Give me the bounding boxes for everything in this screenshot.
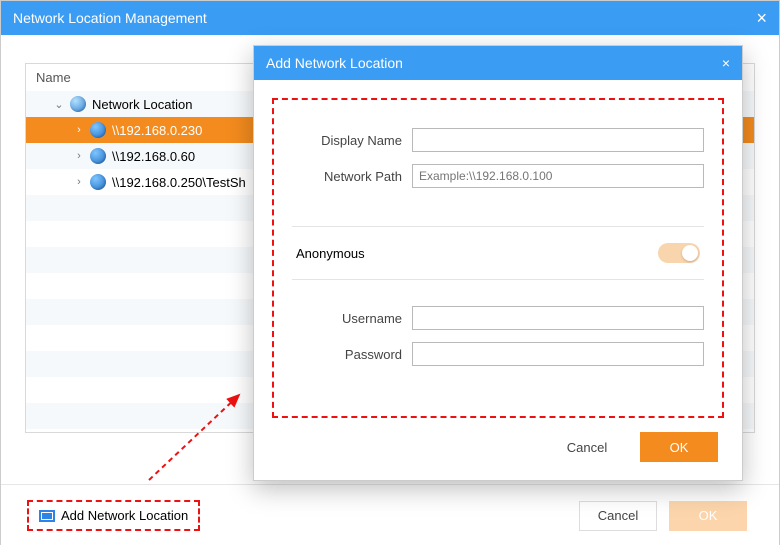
chevron-down-icon[interactable]: ⌄ <box>52 98 66 111</box>
username-label: Username <box>292 311 412 326</box>
network-path-input[interactable] <box>412 164 704 188</box>
cancel-button[interactable]: Cancel <box>548 432 626 462</box>
separator <box>292 279 704 280</box>
globe-icon <box>90 174 106 190</box>
password-label: Password <box>292 347 412 362</box>
tree-item-label: \\192.168.0.60 <box>112 149 195 164</box>
anonymous-toggle[interactable] <box>658 243 700 263</box>
ok-label: OK <box>670 440 689 455</box>
globe-icon <box>90 122 106 138</box>
form-section-top: Display Name Network Path <box>292 118 704 218</box>
ok-label: OK <box>699 508 718 523</box>
tree-root-label: Network Location <box>92 97 192 112</box>
outer-buttons: Cancel OK <box>579 501 747 531</box>
password-row: Password <box>292 342 704 366</box>
username-row: Username <box>292 306 704 330</box>
main-title: Network Location Management <box>13 10 207 26</box>
network-path-label: Network Path <box>292 169 412 184</box>
chevron-right-icon[interactable]: › <box>72 124 86 136</box>
username-input[interactable] <box>412 306 704 330</box>
cancel-label: Cancel <box>567 440 607 455</box>
add-network-location-button[interactable]: Add Network Location <box>27 500 200 531</box>
outer-bottom-bar: Add Network Location Cancel OK <box>1 484 779 546</box>
ok-button[interactable]: OK <box>640 432 718 462</box>
main-body: Name ⌄ Network Location › \\192.168.0.23… <box>1 35 779 546</box>
cancel-button[interactable]: Cancel <box>579 501 657 531</box>
tree-item-label: \\192.168.0.250\TestSh <box>112 175 246 190</box>
chevron-right-icon[interactable]: › <box>72 176 86 188</box>
cancel-label: Cancel <box>598 508 638 523</box>
display-name-input[interactable] <box>412 128 704 152</box>
dialog-bottom-bar: Cancel OK <box>272 418 724 466</box>
display-name-label: Display Name <box>292 133 412 148</box>
form-section-credentials: Username Password <box>292 296 704 396</box>
add-network-location-label: Add Network Location <box>61 508 188 523</box>
tree-item-label: \\192.168.0.230 <box>112 123 202 138</box>
form-highlight: Display Name Network Path Anonymous <box>272 98 724 418</box>
display-name-row: Display Name <box>292 128 704 152</box>
separator <box>292 226 704 227</box>
globe-icon <box>70 96 86 112</box>
network-location-icon <box>39 510 55 522</box>
password-input[interactable] <box>412 342 704 366</box>
anonymous-label: Anonymous <box>296 246 365 261</box>
network-path-row: Network Path <box>292 164 704 188</box>
close-icon[interactable]: × <box>756 8 767 29</box>
dialog-titlebar: Add Network Location × <box>254 46 742 80</box>
add-network-location-dialog: Add Network Location × Display Name Netw… <box>253 45 743 481</box>
dialog-title: Add Network Location <box>266 55 403 71</box>
main-titlebar: Network Location Management × <box>1 1 779 35</box>
globe-icon <box>90 148 106 164</box>
chevron-right-icon[interactable]: › <box>72 150 86 162</box>
dialog-body: Display Name Network Path Anonymous <box>254 80 742 480</box>
ok-button-disabled[interactable]: OK <box>669 501 747 531</box>
anonymous-row: Anonymous <box>292 243 704 271</box>
close-icon[interactable]: × <box>722 55 730 71</box>
